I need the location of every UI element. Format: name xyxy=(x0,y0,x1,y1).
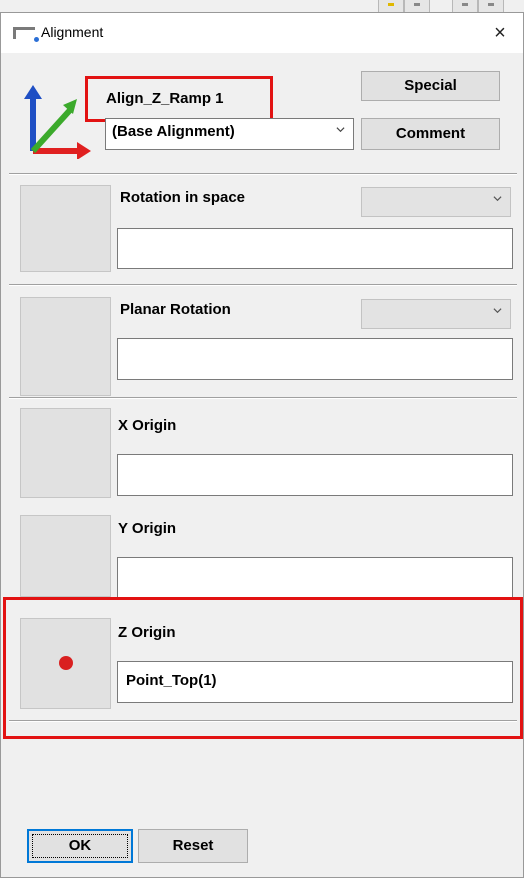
ok-button[interactable]: OK xyxy=(27,829,133,863)
x-origin-label: X Origin xyxy=(118,417,177,434)
background-toolbar-button xyxy=(478,0,504,12)
rotation-space-select[interactable] xyxy=(361,187,511,217)
divider xyxy=(9,397,517,399)
z-origin-highlight-box xyxy=(3,597,523,739)
divider xyxy=(9,284,517,286)
divider xyxy=(9,173,517,175)
title-bar[interactable]: Alignment × xyxy=(1,13,523,53)
background-toolbar-button xyxy=(452,0,478,12)
background-toolbar-button xyxy=(404,0,430,12)
background-toolbar-button xyxy=(378,0,404,12)
comment-button[interactable]: Comment xyxy=(361,118,500,150)
alignment-name: Align_Z_Ramp 1 xyxy=(106,90,224,107)
axis-system-icon xyxy=(24,85,91,159)
planar-rotation-field[interactable] xyxy=(117,338,513,380)
focus-rect xyxy=(32,834,128,858)
background-toolbar-strip xyxy=(0,0,524,12)
planar-rotation-select[interactable] xyxy=(361,299,511,329)
x-origin-pick-button[interactable] xyxy=(20,408,111,498)
close-icon[interactable]: × xyxy=(486,19,514,47)
y-origin-field[interactable] xyxy=(117,557,513,599)
planar-rotation-pick-button[interactable] xyxy=(20,297,111,396)
alignment-dialog: Alignment × Align_Z_Ramp 1 (Base Alignme… xyxy=(0,12,524,878)
special-button[interactable]: Special xyxy=(361,71,500,101)
rotation-space-field[interactable] xyxy=(117,228,513,269)
window-title: Alignment xyxy=(41,24,104,40)
y-origin-pick-button[interactable] xyxy=(20,515,111,597)
chevron-down-icon xyxy=(493,308,502,314)
rotation-space-pick-button[interactable] xyxy=(20,185,111,272)
reset-button[interactable]: Reset xyxy=(138,829,248,863)
base-alignment-value: (Base Alignment) xyxy=(112,123,235,140)
planar-rotation-label: Planar Rotation xyxy=(120,301,231,318)
y-origin-label: Y Origin xyxy=(118,520,177,537)
chevron-down-icon xyxy=(336,127,345,133)
x-origin-field[interactable] xyxy=(117,454,513,496)
rotation-space-label: Rotation in space xyxy=(120,189,246,206)
base-alignment-select[interactable]: (Base Alignment) xyxy=(105,118,354,150)
chevron-down-icon xyxy=(493,196,502,202)
alignment-name-box[interactable]: Align_Z_Ramp 1 xyxy=(85,76,273,122)
window-icon xyxy=(13,27,39,42)
